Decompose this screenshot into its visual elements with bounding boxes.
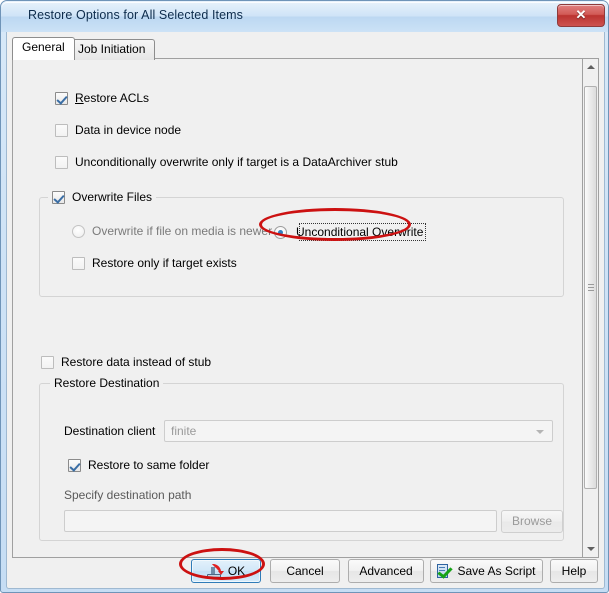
cancel-button[interactable]: Cancel: [270, 559, 340, 583]
checkbox-box-data-in-device-node: [55, 124, 68, 137]
scroll-up-button[interactable]: [583, 59, 598, 75]
restore-icon: [207, 564, 223, 579]
checkbox-label-restore-data-instead-of-stub: Restore data instead of stub: [61, 355, 211, 369]
checkbox-box-unconditionally-overwrite-stub: [55, 156, 68, 169]
checkbox-box-restore-data-instead-of-stub: [41, 356, 54, 369]
options-content: Restore ACLs Data in device node Uncondi…: [13, 59, 579, 558]
checkbox-unconditionally-overwrite-stub[interactable]: Unconditionally overwrite only if target…: [55, 155, 398, 169]
checkbox-restore-to-same-folder[interactable]: Restore to same folder: [68, 458, 209, 472]
checkbox-label-data-in-device-node: Data in device node: [75, 123, 181, 137]
close-icon: ✕: [558, 7, 604, 23]
advanced-button-label: Advanced: [359, 564, 412, 578]
input-destination-path[interactable]: [64, 510, 497, 532]
group-restore-destination: Restore Destination Destination client f…: [39, 383, 564, 541]
checkbox-box-restore-acls: [55, 92, 68, 105]
group-overwrite-files: Overwrite Files Overwrite if file on med…: [39, 197, 564, 297]
tab-general[interactable]: General: [12, 37, 75, 60]
ok-button[interactable]: OK: [191, 559, 261, 583]
radio-unconditional-overwrite[interactable]: Unconditional Overwrite: [274, 224, 425, 240]
title-bar: Restore Options for All Selected Items ✕: [1, 1, 609, 32]
vertical-scrollbar[interactable]: [582, 58, 599, 558]
group-title-restore-destination: Restore Destination: [50, 376, 163, 390]
help-button[interactable]: Help: [550, 559, 598, 583]
checkbox-overwrite-files[interactable]: Overwrite Files: [48, 190, 156, 204]
browse-button[interactable]: Browse: [501, 510, 563, 533]
dialog-button-bar: OK Cancel Advanced Save As Script Help: [7, 552, 604, 588]
dropdown-destination-client[interactable]: finite: [164, 420, 553, 442]
help-button-label: Help: [562, 564, 587, 578]
checkbox-label-restore-acls: Restore ACLs: [75, 91, 149, 105]
checkbox-box-overwrite-files: [52, 191, 65, 204]
radio-label-unconditional-overwrite: Unconditional Overwrite: [294, 224, 425, 240]
radio-label-overwrite-if-newer: Overwrite if file on media is newer: [92, 224, 272, 238]
script-check-icon: [437, 564, 452, 579]
label-destination-client: Destination client: [64, 424, 155, 438]
radio-dot-unconditional-overwrite: [274, 226, 287, 239]
dropdown-value-destination-client: finite: [171, 424, 196, 438]
tab-job-initiation[interactable]: Job Initiation: [68, 39, 155, 60]
chevron-down-icon: [536, 430, 544, 434]
triangle-down-icon: [587, 547, 595, 551]
close-button[interactable]: ✕: [557, 4, 605, 27]
checkbox-data-in-device-node[interactable]: Data in device node: [55, 123, 181, 137]
dialog-client-area: General Job Initiation Restore ACLs Data…: [6, 32, 605, 589]
checkbox-restore-only-if-target-exists[interactable]: Restore only if target exists: [72, 256, 237, 270]
checkbox-box-restore-only-if-target-exists: [72, 257, 85, 270]
save-as-script-button[interactable]: Save As Script: [430, 559, 543, 583]
triangle-up-icon: [587, 65, 595, 69]
scrollbar-grip-icon: [588, 284, 594, 292]
checkbox-box-restore-to-same-folder: [68, 459, 81, 472]
ok-button-label: OK: [228, 564, 245, 578]
radio-dot-overwrite-if-newer: [72, 225, 85, 238]
restore-options-dialog: Restore Options for All Selected Items ✕…: [0, 0, 609, 593]
scrollbar-thumb[interactable]: [584, 86, 597, 489]
checkbox-label-restore-only-if-target-exists: Restore only if target exists: [92, 256, 237, 270]
checkbox-label-restore-to-same-folder: Restore to same folder: [88, 458, 209, 472]
advanced-button[interactable]: Advanced: [348, 559, 424, 583]
radio-overwrite-if-newer[interactable]: Overwrite if file on media is newer: [72, 224, 272, 238]
label-specify-destination-path: Specify destination path: [64, 488, 191, 502]
focus-rectangle: [299, 223, 426, 241]
group-title-overwrite-files: Overwrite Files: [72, 190, 152, 204]
checkbox-restore-data-instead-of-stub[interactable]: Restore data instead of stub: [41, 355, 211, 369]
cancel-button-label: Cancel: [286, 564, 323, 578]
save-as-script-button-label: Save As Script: [457, 564, 535, 578]
checkbox-restore-acls[interactable]: Restore ACLs: [55, 91, 149, 105]
options-scroll-panel: Restore ACLs Data in device node Uncondi…: [12, 58, 596, 558]
checkbox-label-unconditionally-overwrite-stub: Unconditionally overwrite only if target…: [75, 155, 398, 169]
window-title: Restore Options for All Selected Items: [28, 8, 243, 22]
